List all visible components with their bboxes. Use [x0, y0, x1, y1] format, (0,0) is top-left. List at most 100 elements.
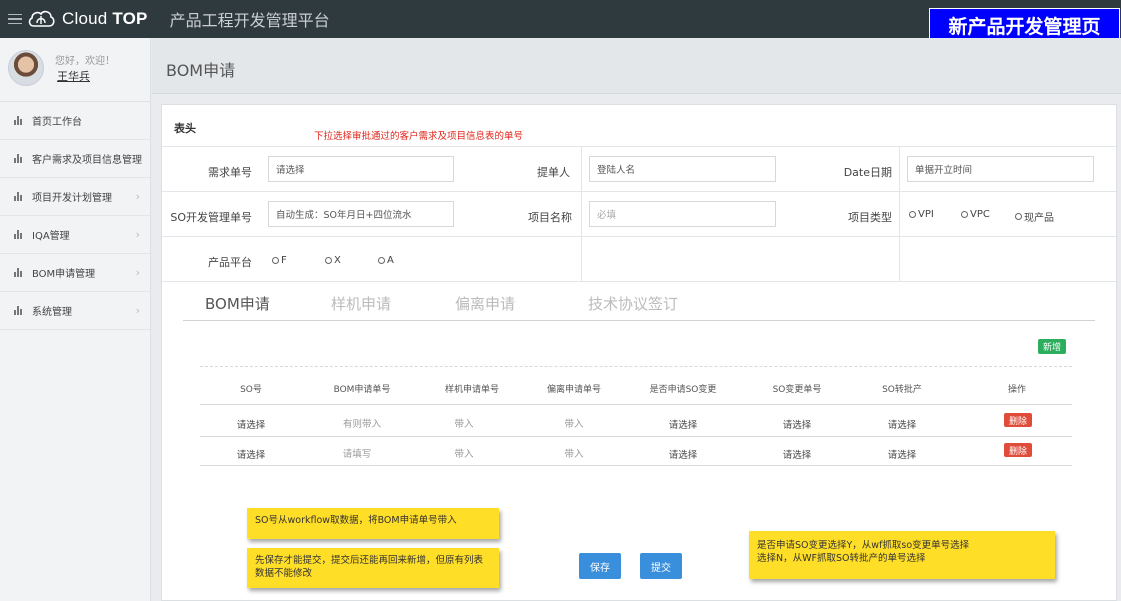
- sidebar-item-iqa[interactable]: IQA管理 ›: [0, 216, 150, 254]
- table-cell-so[interactable]: 请选择: [206, 447, 296, 461]
- table-cell-deviation: 带入: [564, 419, 584, 430]
- so-no-field[interactable]: 自动生成：SO年月日+四位流水: [268, 201, 454, 227]
- table-cell-so-change-no[interactable]: 请选择: [747, 417, 847, 431]
- sidebar: 您好，欢迎！ 王华兵 首页工作台 客户需求及项目信息管理 › 项目开发计划管理 …: [0, 38, 151, 601]
- sidebar-item-label: 客户需求及项目信息管理: [32, 155, 142, 166]
- logo-text: Cloud TOP: [62, 9, 148, 28]
- username-link[interactable]: 王华兵: [57, 68, 90, 84]
- radio-platform-x[interactable]: X: [325, 255, 341, 266]
- table-cell-so-change[interactable]: 请选择: [628, 417, 738, 431]
- sticky-note-so-change: 是否申请SO变更选择Y，从wf抓取so变更单号选择 选择N，从WF抓取SO转批产…: [749, 531, 1055, 579]
- col-header: SO转批产: [882, 385, 922, 395]
- req-no-label: 需求单号: [208, 166, 252, 179]
- table-cell-bom[interactable]: 请填写: [307, 446, 407, 460]
- tab-prototype-request[interactable]: 样机申请: [331, 293, 391, 314]
- platform-title: 产品工程开发管理平台: [169, 11, 330, 30]
- bar-chart-icon: [14, 306, 24, 315]
- submitter-field[interactable]: 登陆人名: [589, 156, 776, 182]
- dashed-divider: [200, 366, 1072, 367]
- tab-underline: [183, 320, 1095, 321]
- user-box: 您好，欢迎！ 王华兵: [0, 38, 150, 102]
- sidebar-item-label: 首页工作台: [32, 117, 82, 128]
- table-divider: [200, 404, 1072, 405]
- project-type-label: 项目类型: [848, 211, 892, 224]
- menu-icon[interactable]: [8, 13, 22, 25]
- radio-circle-icon: [1015, 213, 1022, 220]
- col-header: 操作: [1007, 385, 1026, 395]
- sidebar-item-label: IQA管理: [32, 231, 70, 242]
- cloud-logo-icon: [28, 10, 55, 27]
- tab-deviation-request[interactable]: 偏离申请: [455, 293, 515, 314]
- table-cell-deviation: 带入: [564, 449, 584, 460]
- table-cell-so-production[interactable]: 请选择: [852, 417, 952, 431]
- sidebar-item-system[interactable]: 系统管理 ›: [0, 292, 150, 330]
- date-field[interactable]: 单据开立时间: [907, 156, 1094, 182]
- radio-circle-icon: [325, 257, 332, 264]
- sidebar-item-home[interactable]: 首页工作台: [0, 102, 150, 140]
- col-header: 偏离申请单号: [546, 385, 601, 395]
- col-header: BOM申请单号: [333, 385, 391, 395]
- table-cell-bom[interactable]: 有则带入: [312, 416, 412, 430]
- so-no-label: SO开发管理单号: [170, 211, 252, 224]
- sidebar-item-label: 系统管理: [32, 307, 72, 318]
- add-button[interactable]: 新增: [1038, 339, 1066, 354]
- sticky-note-save: 先保存才能提交，提交后还能再回来新增，但原有列表 数据不能修改: [247, 548, 499, 588]
- sidebar-item-label: BOM申请管理: [32, 269, 96, 280]
- sidebar-item-customer-demand[interactable]: 客户需求及项目信息管理 ›: [0, 140, 150, 178]
- col-header: 样机申请单号: [444, 385, 499, 395]
- page-title: BOM申请: [166, 61, 236, 80]
- table-divider: [200, 436, 1072, 437]
- col-header: SO变更单号: [772, 385, 822, 395]
- chevron-right-icon: ›: [135, 190, 140, 203]
- delete-button[interactable]: 删除: [1004, 443, 1032, 457]
- submit-button[interactable]: 提交: [640, 553, 682, 579]
- divider: [162, 236, 1116, 237]
- col-header: 是否申请SO变更: [649, 385, 717, 395]
- radio-existing-product[interactable]: 现产品: [1015, 209, 1054, 224]
- radio-platform-f[interactable]: F: [272, 255, 287, 266]
- divider: [162, 281, 1116, 282]
- tab-tech-agreement[interactable]: 技术协议签订: [588, 293, 678, 314]
- bar-chart-icon: [14, 116, 24, 125]
- radio-platform-a[interactable]: A: [378, 255, 394, 266]
- delete-button[interactable]: 删除: [1004, 413, 1032, 427]
- chevron-right-icon: ›: [135, 152, 140, 165]
- divider: [162, 146, 1116, 147]
- table-cell-so-production[interactable]: 请选择: [852, 447, 952, 461]
- sidebar-item-dev-plan[interactable]: 项目开发计划管理 ›: [0, 178, 150, 216]
- project-name-input[interactable]: 必填: [589, 201, 776, 227]
- col-header: SO号: [240, 385, 262, 395]
- table-cell-so-change-no[interactable]: 请选择: [747, 447, 847, 461]
- avatar: [8, 50, 44, 86]
- date-label: Date日期: [843, 166, 892, 179]
- submitter-label: 提单人: [537, 166, 570, 179]
- greeting-text: 您好，欢迎！: [55, 56, 115, 67]
- tab-bom-request[interactable]: BOM申请: [205, 293, 270, 314]
- save-button[interactable]: 保存: [579, 553, 621, 579]
- sticky-note-so: SO号从workflow取数据，将BOM申请单号带入: [247, 508, 499, 539]
- annotation-red: 下拉选择审批通过的客户需求及项目信息表的单号: [314, 131, 524, 142]
- radio-circle-icon: [378, 257, 385, 264]
- section-title: 表头: [174, 122, 196, 135]
- chevron-right-icon: ›: [135, 228, 140, 241]
- divider: [899, 146, 900, 281]
- table-cell-prototype: 带入: [454, 449, 474, 460]
- platform-label: 产品平台: [208, 256, 252, 269]
- page-banner: 新产品开发管理页: [929, 8, 1120, 42]
- radio-circle-icon: [909, 211, 916, 218]
- bar-chart-icon: [14, 268, 24, 277]
- chevron-right-icon: ›: [135, 304, 140, 317]
- sidebar-item-bom[interactable]: BOM申请管理 ›: [0, 254, 150, 292]
- radio-vpc[interactable]: VPC: [961, 209, 990, 220]
- divider: [581, 146, 582, 281]
- table-divider: [200, 465, 1072, 466]
- table-cell-so[interactable]: 请选择: [206, 417, 296, 431]
- table-cell-so-change[interactable]: 请选择: [628, 447, 738, 461]
- sidebar-item-label: 项目开发计划管理: [32, 193, 112, 204]
- bar-chart-icon: [14, 230, 24, 239]
- radio-vpi[interactable]: VPI: [909, 209, 934, 220]
- req-no-select[interactable]: 请选择: [268, 156, 454, 182]
- radio-circle-icon: [961, 211, 968, 218]
- divider: [162, 191, 1116, 192]
- bar-chart-icon: [14, 154, 24, 163]
